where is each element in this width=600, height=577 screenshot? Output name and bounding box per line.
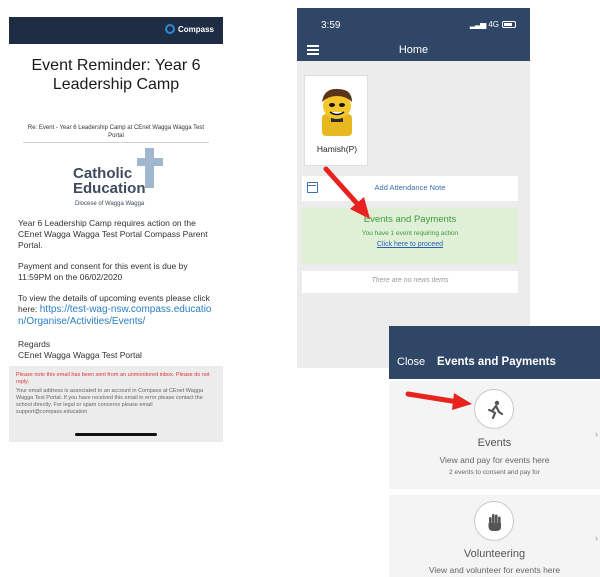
email-preview: Compass Event Reminder: Year 6 Leadershi…: [9, 8, 223, 442]
events-payments-panel: Close Events and Payments Events View an…: [389, 326, 600, 577]
events-description: View and pay for events here: [439, 455, 550, 465]
compass-app-home: 3:59 ▂▃▅ 4G Home Hamish(P) Add Attendanc…: [297, 8, 530, 368]
volunteering-circle: [474, 501, 514, 541]
attendance-note-button[interactable]: Add Attendance Note: [302, 176, 518, 201]
panel-header: Close Events and Payments: [389, 326, 600, 379]
student-name: Hamish(P): [316, 144, 358, 154]
events-title: Events: [477, 437, 512, 449]
footer-warning: Please note this email has been sent fro…: [16, 372, 210, 385]
proceed-link[interactable]: Click here to proceed: [302, 241, 518, 248]
events-card-title: Events and Payments: [363, 214, 457, 225]
events-url-link[interactable]: https://test-wag-nsw.compass.education/O…: [18, 304, 212, 327]
hand-icon: [488, 514, 501, 531]
chevron-right-icon: ›: [595, 429, 598, 439]
avatar: [322, 88, 352, 136]
news-empty-label: There are no news items: [371, 277, 449, 284]
events-count: 2 events to consent and pay for: [449, 469, 540, 476]
email-paragraph-view: To view the details of upcoming events p…: [18, 293, 216, 328]
email-paragraph-action: Year 6 Leadership Camp requires action o…: [18, 218, 208, 250]
email-re-line: Re: Event - Year 6 Leadership Camp at CE…: [27, 125, 205, 139]
volunteering-row[interactable]: Volunteering View and volunteer for even…: [389, 495, 600, 577]
volunteering-title: Volunteering: [463, 548, 526, 560]
volunteering-description: View and volunteer for events here: [428, 565, 561, 575]
logo-diocese: Diocese of Wagga Wagga: [75, 201, 145, 207]
panel-title: Events and Payments: [437, 356, 556, 368]
email-signature: CEnet Wagga Wagga Test Portal: [18, 350, 142, 360]
attendance-note-label: Add Attendance Note: [374, 183, 446, 192]
status-time: 3:59: [321, 20, 341, 31]
events-card-subtitle: You have 1 event requiring action: [361, 230, 459, 237]
email-footer: Please note this email has been sent fro…: [9, 366, 223, 442]
events-circle: [474, 389, 514, 429]
running-person-icon: [488, 400, 504, 420]
email-title: Event Reminder: Year 6 Leadership Camp: [31, 57, 201, 93]
network-label: 4G: [488, 20, 499, 29]
battery-icon: [502, 21, 516, 28]
footer-info: Your email address is associated to an a…: [16, 388, 203, 415]
compass-logo-icon: [164, 24, 175, 34]
app-header: 3:59 ▂▃▅ 4G Home: [297, 8, 530, 61]
home-indicator: [75, 433, 157, 436]
page-title: Home: [398, 44, 429, 56]
student-card[interactable]: Hamish(P): [304, 75, 368, 166]
news-card: There are no news items: [302, 271, 518, 293]
screenshot-stage: Compass Event Reminder: Year 6 Leadershi…: [0, 0, 600, 577]
events-payments-card: Events and Payments You have 1 event req…: [302, 208, 518, 264]
divider: [23, 142, 209, 143]
logo-name: Catholic Education: [73, 165, 146, 197]
close-button[interactable]: Close: [397, 356, 425, 368]
events-row[interactable]: Events View and pay for events here 2 ev…: [389, 381, 600, 489]
email-regards: Regards: [18, 339, 51, 349]
catholic-education-logo: Catholic Education Diocese of Wagga Wagg…: [73, 148, 183, 214]
compass-brand-text: Compass: [177, 24, 214, 34]
signal-icon: ▂▃▅: [469, 20, 487, 29]
chevron-right-icon: ›: [595, 533, 598, 543]
email-paragraph-due: Payment and consent for this event is du…: [18, 261, 188, 282]
status-indicators: ▂▃▅ 4G: [470, 20, 516, 29]
email-header-bar: Compass: [9, 17, 223, 44]
compass-brand: Compass: [164, 24, 214, 34]
